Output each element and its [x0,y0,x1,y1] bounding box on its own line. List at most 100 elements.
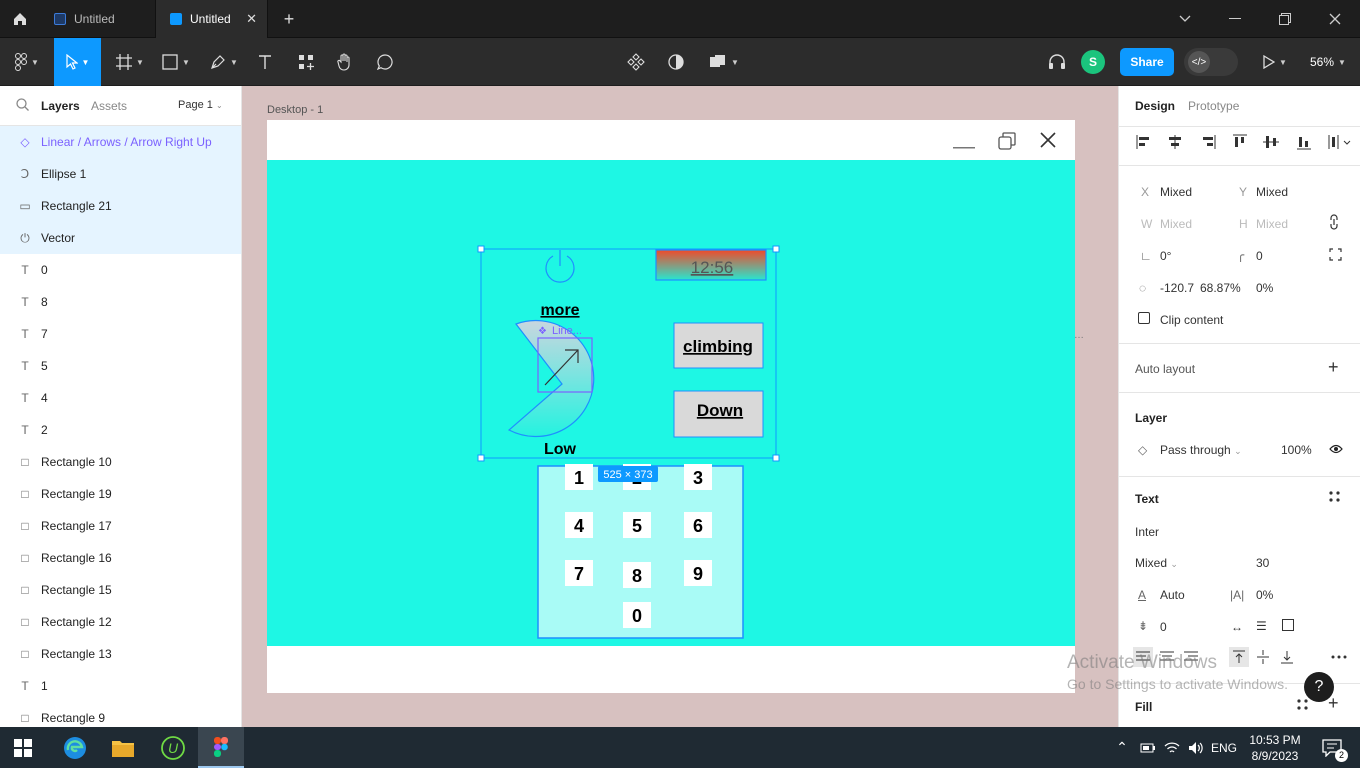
resources-button[interactable] [292,38,320,86]
paragraph-spacing-field[interactable]: 0 [1160,620,1167,634]
close-tab-icon[interactable]: ✕ [246,11,257,27]
keypad-key[interactable]: 1 [565,464,593,490]
align-top-icon[interactable] [1233,134,1247,147]
constrain-proportions-icon[interactable] [1329,214,1339,233]
frame-label[interactable]: Desktop - 1 [267,104,323,116]
wifi-icon[interactable] [1160,727,1184,768]
distribute-icon[interactable] [1328,135,1351,149]
notifications-icon[interactable]: 2 [1312,727,1352,768]
tab-layers[interactable]: Layers [41,99,80,113]
align-bottom-icon[interactable] [1297,137,1311,150]
edge-browser-icon[interactable] [52,727,98,768]
climbing-label[interactable]: climbing [683,337,753,356]
layer-row[interactable]: T7 [0,318,241,350]
layer-row[interactable]: Ↄ Ellipse 1 [0,158,241,190]
layer-row[interactable]: □ Rectangle 13 [0,638,241,670]
help-button[interactable]: ? [1304,672,1334,702]
volume-icon[interactable] [1184,727,1208,768]
arc-start-field[interactable]: -120.7 [1160,281,1194,295]
rotation-field[interactable]: 0° [1160,249,1171,263]
align-left-icon[interactable] [1136,135,1149,149]
layer-row[interactable]: T5 [0,350,241,382]
more-label[interactable]: more [540,302,579,319]
search-icon[interactable] [16,98,29,114]
mask-button[interactable] [662,38,690,86]
y-field[interactable]: Mixed [1256,185,1288,199]
tab-design[interactable]: Design [1135,99,1175,113]
text-align-middle-icon[interactable] [1257,650,1269,664]
dev-mode-toggle[interactable]: </> [1184,48,1238,76]
text-align-left-icon[interactable] [1133,647,1153,667]
keypad-key[interactable]: 6 [684,512,712,538]
upwork-icon[interactable]: U [150,727,196,768]
power-icon[interactable] [545,250,575,283]
components-button[interactable] [622,38,650,86]
font-size-field[interactable]: 30 [1256,556,1269,570]
new-tab-icon[interactable]: + [278,8,300,30]
text-styles-icon[interactable] [1329,491,1340,505]
layer-row[interactable]: ▭ Rectangle 21 [0,190,241,222]
tab-prototype[interactable]: Prototype [1188,99,1239,113]
align-vertical-center-icon[interactable] [1263,136,1279,148]
keypad-key[interactable]: 5 [623,512,651,538]
clock[interactable]: 10:53 PM 8/9/2023 [1244,727,1306,768]
font-weight-select[interactable]: Mixed ⌄ [1135,556,1178,570]
layer-row[interactable]: □ Rectangle 19 [0,478,241,510]
frame-tool-button[interactable]: ▼ [110,38,150,86]
tab-untitled-2[interactable]: Untitled ✕ [156,0,268,38]
h-field[interactable]: Mixed [1256,217,1288,231]
layer-row[interactable]: T8 [0,286,241,318]
layer-row[interactable]: ⏻ Vector [0,222,241,254]
share-button[interactable]: Share [1120,48,1174,76]
layer-row[interactable]: □ Rectangle 12 [0,606,241,638]
canvas[interactable]: Desktop - 1 12:56 more ❖ Line... Low cli… [242,86,1118,727]
independent-corners-icon[interactable] [1329,248,1342,264]
x-field[interactable]: Mixed [1160,185,1192,199]
low-label[interactable]: Low [544,441,577,458]
text-align-right-icon[interactable] [1184,651,1198,661]
shape-tool-button[interactable]: ▼ [156,38,196,86]
layer-row[interactable]: □ Rectangle 10 [0,446,241,478]
layer-row[interactable]: □ Rectangle 16 [0,542,241,574]
main-menu-button[interactable]: ▼ [8,38,46,86]
w-field[interactable]: Mixed [1160,217,1192,231]
figma-app-icon[interactable] [198,727,244,768]
layer-row[interactable]: ◇ Linear / Arrows / Arrow Right Up [0,126,241,158]
clip-content-checkbox[interactable] [1138,312,1150,324]
layer-row[interactable]: T4 [0,382,241,414]
font-family-select[interactable]: Inter [1135,525,1159,539]
show-hidden-icons[interactable]: ⌃ [1108,727,1136,768]
frame-restore-icon[interactable] [998,132,1016,153]
hand-tool-button[interactable] [332,38,358,86]
auto-width-icon[interactable]: ↔ [1231,620,1243,634]
battery-icon[interactable] [1136,727,1160,768]
keypad-key[interactable]: 7 [565,560,593,586]
close-window-icon[interactable] [1310,0,1360,38]
page-selector[interactable]: Page 1 ⌄ [178,99,223,111]
keypad-key[interactable]: 3 [684,464,712,490]
restore-icon[interactable] [1260,0,1310,38]
text-align-center-icon[interactable] [1160,651,1174,661]
text-align-top-icon[interactable] [1229,647,1249,667]
keypad-key[interactable]: 8 [623,562,651,588]
language-indicator[interactable]: ENG [1208,727,1240,768]
layer-row[interactable]: T1 [0,670,241,702]
boolean-button[interactable]: ▼ [704,38,744,86]
letter-spacing-field[interactable]: 0% [1256,588,1273,602]
fixed-size-icon[interactable] [1282,619,1294,631]
keypad-key[interactable]: 0 [623,602,651,628]
more-options-icon[interactable] [1331,655,1347,659]
pen-tool-button[interactable]: ▼ [204,38,244,86]
frame-close-icon[interactable] [1040,132,1056,151]
arc-ratio-field[interactable]: 0% [1256,281,1273,295]
windows-start-icon[interactable] [0,727,46,768]
add-auto-layout-icon[interactable]: + [1328,357,1339,378]
frame-minimize-icon[interactable] [953,138,975,152]
minimize-icon[interactable] [1210,0,1260,38]
layer-row[interactable]: T0 [0,254,241,286]
chevron-down-icon[interactable] [1160,0,1210,38]
present-button[interactable]: ▼ [1256,38,1294,86]
zoom-menu[interactable]: 56% ▼ [1310,38,1346,86]
file-explorer-icon[interactable] [100,727,146,768]
avatar[interactable]: S [1081,50,1105,74]
